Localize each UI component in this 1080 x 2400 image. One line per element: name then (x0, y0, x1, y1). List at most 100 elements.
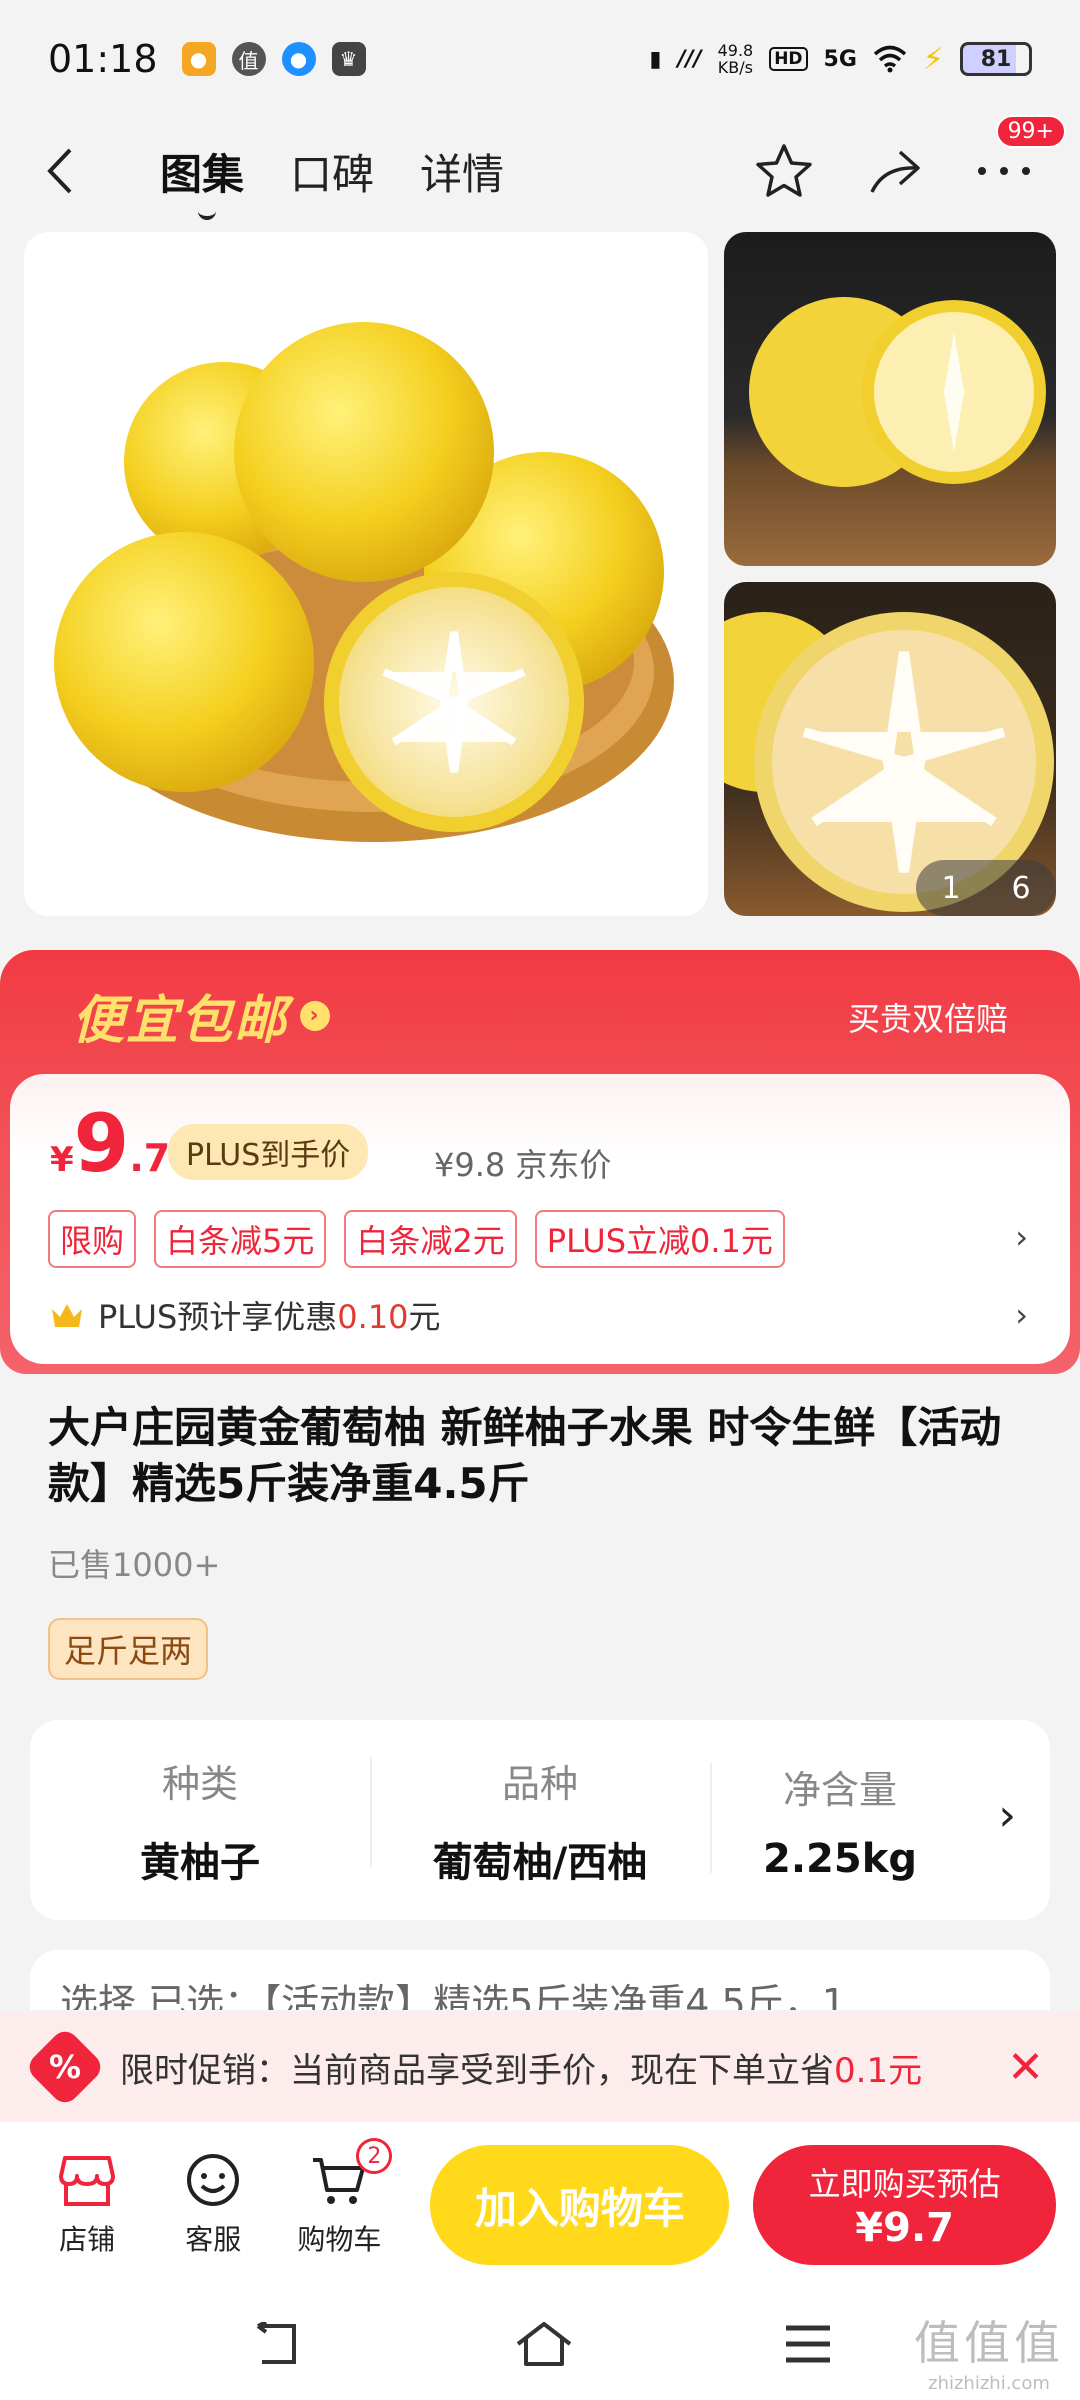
bottom-action-bar: 店铺 客服 2 购物车 加入购物车 立即购买预估 ¥9.7 (0, 2122, 1080, 2288)
tab-gallery[interactable]: 图集 (160, 141, 244, 220)
limited-promo-text: 限时促销：当前商品享受到手价，现在下单立省0.1元 (120, 2043, 922, 2092)
image-counter: 1 6 (916, 860, 1056, 916)
grapefruit-thumbnail-1 (749, 297, 1046, 487)
charging-icon: ⚡ (922, 41, 944, 77)
more-button[interactable]: 99+ (972, 115, 1066, 203)
service-label: 客服 (185, 2223, 242, 2256)
variant-selector[interactable]: 选择 已选：【活动款】精选5斤装净重4.5斤，1 (30, 1950, 1050, 2010)
buy-now-price: ¥9.7 (855, 2205, 954, 2251)
spec-value: 黄柚子 (140, 1839, 260, 1886)
tag-purchase-limit: 限购 (48, 1210, 137, 1268)
buy-now-button[interactable]: 立即购买预估 ¥9.7 (753, 2145, 1056, 2265)
crown-notification-icon: ♛ (331, 42, 366, 76)
price-decimal: .7 (129, 1136, 171, 1180)
sold-count: 已售1000+ (48, 1546, 221, 1584)
status-time: 01:18 (48, 37, 158, 81)
spec-label: 种类 (161, 1761, 238, 1806)
tag-baitiao-5: 白条减5元 (154, 1210, 327, 1268)
shop-icon (59, 2156, 116, 2206)
plus-benefit-suffix: 元 (408, 1298, 441, 1336)
price-integer: 9 (73, 1097, 130, 1190)
battery-icon: 81 (960, 42, 1032, 76)
limited-promo-message: 限时促销：当前商品享受到手价，现在下单立省 (120, 2050, 834, 2091)
favorite-button[interactable] (752, 139, 816, 203)
plus-benefit-prefix: PLUS预计享优惠 (98, 1298, 338, 1336)
cart-button[interactable]: 2 购物车 (276, 2138, 402, 2258)
share-button[interactable] (862, 139, 926, 203)
spec-type: 种类 黄柚子 (30, 1753, 370, 1888)
main-product-image[interactable] (24, 232, 708, 916)
specs-card[interactable]: 种类 黄柚子 品种 葡萄柚/西柚 净含量 2.25kg › (30, 1720, 1050, 1920)
crown-icon (52, 1304, 82, 1327)
plus-benefit-row[interactable]: PLUS预计享优惠0.10元 (50, 1292, 441, 1338)
image-counter-current: 1 (941, 870, 961, 906)
notification-icons: ● 值 ● ♛ (181, 42, 366, 76)
cart-label: 购物车 (297, 2223, 382, 2256)
limited-promo-bar: % 限时促销：当前商品享受到手价，现在下单立省0.1元 ✕ (0, 2012, 1080, 2122)
star-icon (756, 144, 812, 197)
plus-benefit-amount: 0.10 (337, 1298, 409, 1336)
promotion-tags[interactable]: 限购 白条减5元 白条减2元 PLUS立减0.1元 (48, 1210, 785, 1268)
spec-value: 葡萄柚/西柚 (432, 1839, 648, 1886)
zhi-notification-icon: 值 (231, 42, 266, 76)
customer-service-button[interactable]: 客服 (150, 2152, 276, 2258)
double-refund-guarantee[interactable]: 买贵双倍赔 (848, 994, 1008, 1040)
watermark-logo: 值值值 (914, 2316, 1064, 2370)
price-box: ¥ 9 .7 PLUS到手价 ¥9.8 京东价 限购 白条减5元 白条减2元 P… (10, 1074, 1070, 1364)
spec-label: 净含量 (782, 1767, 897, 1812)
vibrate-icon: ▮ (649, 46, 662, 72)
thumbnail-1[interactable] (724, 232, 1056, 566)
cart-count-badge: 2 (356, 2138, 393, 2174)
tab-reviews[interactable]: 口碑 (290, 141, 374, 202)
tag-baitiao-2: 白条减2元 (344, 1210, 517, 1268)
hd-icon: HD (769, 47, 808, 71)
limited-promo-amount: 0.1元 (834, 2050, 923, 2091)
chevron-right-icon[interactable]: › (1015, 1296, 1028, 1334)
nav-actions: 99+ (752, 115, 1066, 203)
full-weight-badge: 足斤足两 (48, 1618, 209, 1680)
back-button[interactable] (44, 141, 104, 201)
add-to-cart-button[interactable]: 加入购物车 (430, 2145, 730, 2265)
top-nav: 图集 口碑 详情 99+ (0, 115, 1080, 224)
price-currency: ¥ (50, 1140, 74, 1180)
promo-title-text: 便宜包邮 (72, 991, 289, 1051)
chevron-right-icon[interactable]: › (1015, 1218, 1028, 1256)
watermark-url: zhizhizhi.com (928, 2373, 1050, 2394)
net-speed-unit: KB/s (717, 58, 753, 77)
promo-banner: 便宜包邮 › 买贵双倍赔 ¥ 9 .7 PLUS到手价 ¥9.8 京东价 限购 … (0, 950, 1080, 1374)
service-icon (187, 2154, 240, 2206)
qq-notification-icon: ● (281, 42, 316, 76)
nfc-icon: /// (677, 46, 702, 72)
back-nav-icon[interactable] (248, 2322, 304, 2366)
promo-arrow-icon: › (300, 1000, 331, 1031)
network-speed: 49.8 KB/s (718, 42, 754, 76)
spec-label: 品种 (501, 1761, 578, 1806)
menu-nav-icon[interactable] (784, 2324, 832, 2364)
signal-5g-icon: 5G (823, 46, 857, 72)
product-gallery[interactable]: 1 6 (24, 232, 1056, 916)
nav-tabs: 图集 口碑 详情 (160, 141, 504, 220)
promo-title[interactable]: 便宜包邮 › (72, 978, 331, 1053)
percent-icon: % (23, 2025, 107, 2109)
shop-button[interactable]: 店铺 (24, 2152, 150, 2258)
thumbnail-2[interactable]: 1 6 (724, 582, 1056, 916)
grapefruit-basket-illustration (54, 322, 674, 842)
spec-net-weight: 净含量 2.25kg (710, 1759, 970, 1882)
jd-price: ¥9.8 京东价 (434, 1146, 612, 1184)
buy-now-label: 立即购买预估 (808, 2165, 1001, 2203)
specs-chevron-icon[interactable]: › (998, 1790, 1016, 1841)
tag-plus-discount: PLUS立减0.1元 (534, 1210, 785, 1268)
status-bar: 01:18 ● 值 ● ♛ ▮ /// 49.8 KB/s HD 5G ⚡ 81 (0, 0, 1080, 118)
spec-variety: 品种 葡萄柚/西柚 (370, 1753, 710, 1888)
plus-price-tag: PLUS到手价 (168, 1124, 369, 1180)
tab-details[interactable]: 详情 (420, 141, 504, 202)
home-nav-icon[interactable] (514, 2320, 574, 2368)
app-notification-icon: ● (181, 42, 216, 76)
image-counter-total: 6 (1011, 870, 1031, 906)
system-nav-bar: 值值值 zhizhizhi.com (0, 2288, 1080, 2400)
share-icon (870, 150, 920, 193)
watermark: 值值值 zhizhizhi.com (914, 2307, 1064, 2394)
close-icon[interactable]: ✕ (1007, 2042, 1044, 2093)
shop-label: 店铺 (59, 2223, 116, 2256)
product-title: 大户庄园黄金葡萄柚 新鲜柚子水果 时令生鲜【活动款】精选5斤装净重4.5斤 (48, 1403, 1002, 1508)
